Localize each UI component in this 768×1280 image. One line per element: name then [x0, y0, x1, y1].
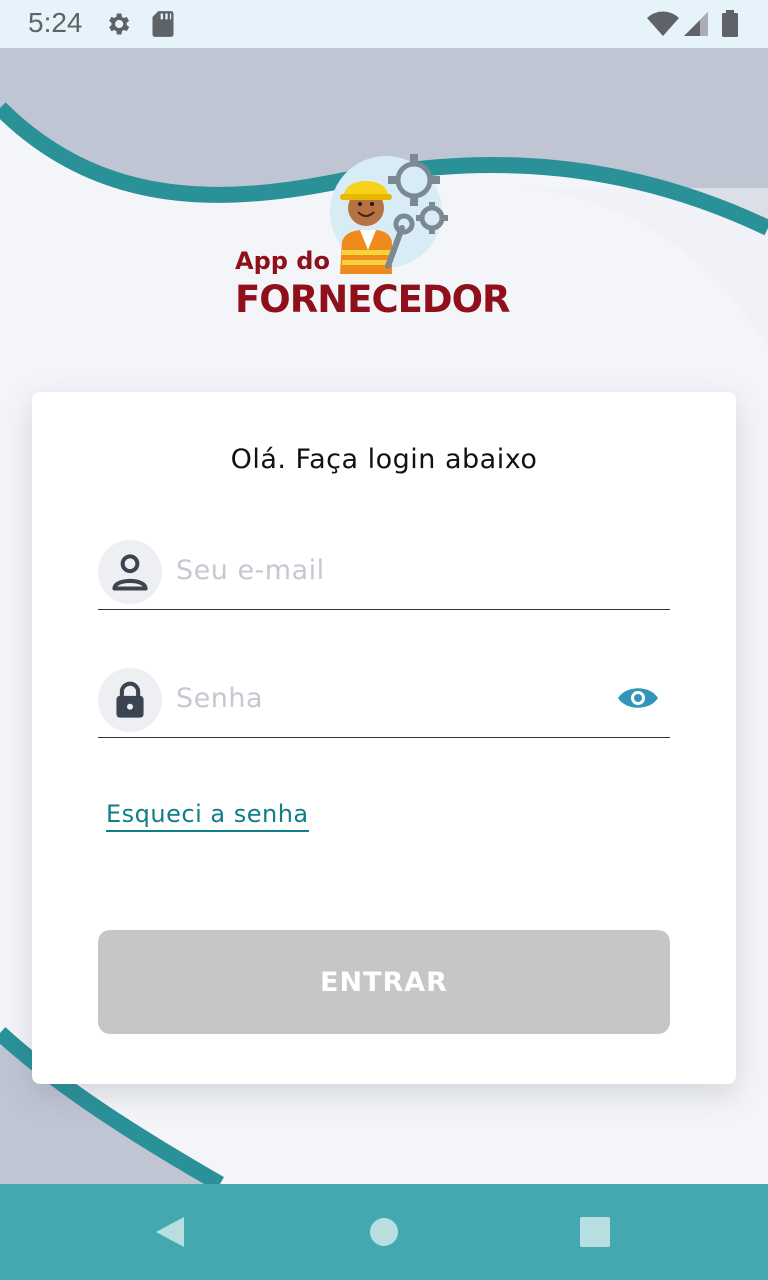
navigation-bar — [0, 1184, 768, 1280]
password-input[interactable] — [176, 676, 596, 720]
login-title: Olá. Faça login abaixo — [230, 444, 538, 475]
home-icon[interactable] — [336, 1184, 432, 1280]
logo-text-fornecedor: FORNECEDOR — [235, 278, 511, 321]
email-field — [98, 530, 670, 610]
wifi-icon — [647, 11, 679, 36]
signal-icon — [684, 12, 708, 36]
login-card: Olá. Faça login abaixo Esquec — [32, 392, 736, 1084]
login-button[interactable]: ENTRAR — [98, 930, 670, 1034]
lock-icon — [98, 668, 162, 732]
status-time: 5:24 — [28, 7, 83, 38]
app-logo: App do FORNECEDOR — [230, 150, 530, 330]
status-bar: 5:24 — [0, 0, 768, 48]
forgot-password-link[interactable]: Esqueci a senha — [106, 800, 309, 832]
sd-card-icon — [152, 11, 174, 37]
logo-text-app-do: App do — [235, 247, 330, 275]
show-password-icon[interactable] — [616, 676, 660, 720]
password-field — [98, 658, 670, 738]
recents-icon[interactable] — [547, 1184, 643, 1280]
worker-illustration — [330, 154, 448, 274]
back-icon[interactable] — [122, 1184, 218, 1280]
gear-icon — [109, 13, 130, 35]
battery-icon — [722, 10, 738, 37]
user-icon — [98, 540, 162, 604]
email-input[interactable] — [176, 548, 596, 592]
